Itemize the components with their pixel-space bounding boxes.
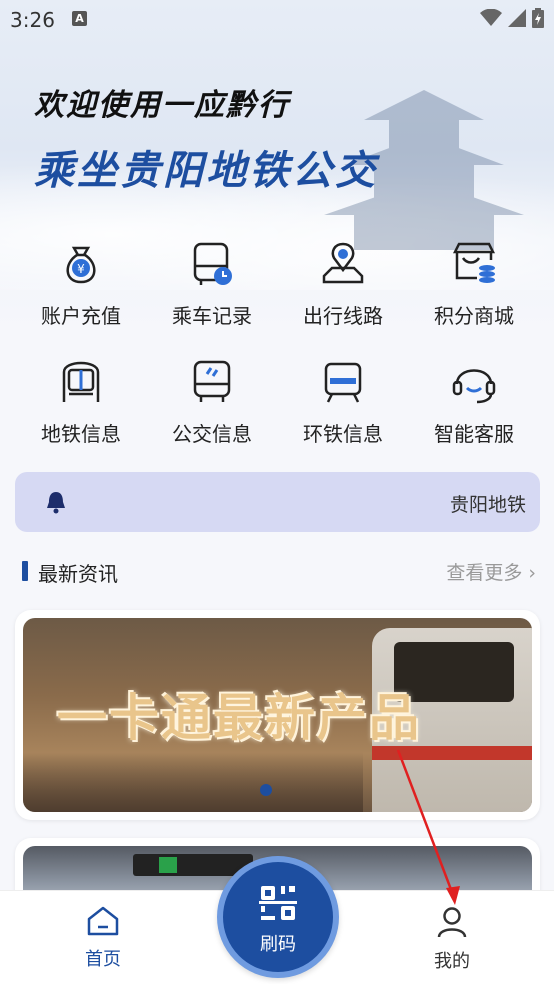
news-section-title: 最新资讯 <box>38 562 118 586</box>
map-route-icon <box>322 242 364 284</box>
user-icon <box>437 907 467 938</box>
scan-qr-button[interactable]: 刷码 <box>217 856 339 978</box>
grid-item-customer-service[interactable]: 智能客服 <box>414 356 534 447</box>
wifi-icon <box>480 9 502 26</box>
notice-text: 贵阳地铁 <box>449 494 526 516</box>
points-mall-icon <box>452 242 496 283</box>
tab-home-label: 首页 <box>85 949 121 970</box>
bus-record-icon <box>193 242 232 285</box>
money-bag-icon: ¥ <box>66 246 96 284</box>
view-more-label: 查看更多 <box>446 562 523 584</box>
notice-bar[interactable]: 贵阳地铁 <box>15 472 540 532</box>
status-bar: 3:26 A <box>0 0 554 40</box>
bell-icon <box>47 492 65 514</box>
grid-label: 乘车记录 <box>172 304 252 328</box>
tab-mine-label: 我的 <box>434 951 470 972</box>
status-time: 3:26 <box>10 8 55 32</box>
section-accent-bar <box>22 561 28 581</box>
svg-text:¥: ¥ <box>77 262 85 276</box>
battery-icon <box>532 8 544 28</box>
a-icon: A <box>72 11 87 26</box>
news-card[interactable]: 一卡通最新产品 <box>15 610 540 820</box>
grid-label: 地铁信息 <box>41 422 121 446</box>
grid-item-routes[interactable]: 出行线路 <box>283 238 403 329</box>
grid-item-bus-info[interactable]: 公交信息 <box>152 356 272 447</box>
exit-sign <box>159 857 177 873</box>
news-banner-image: 一卡通最新产品 <box>23 618 532 812</box>
headset-icon <box>452 369 496 404</box>
view-more-link[interactable]: 查看更多 › <box>446 558 536 585</box>
scan-qr-label: 刷码 <box>260 934 296 955</box>
grid-item-points-mall[interactable]: 积分商城 <box>414 238 534 329</box>
qr-code-icon <box>259 886 297 920</box>
grid-label: 积分商城 <box>434 304 514 328</box>
grid-label: 环铁信息 <box>303 422 383 446</box>
signal-icon <box>508 9 526 27</box>
status-icons <box>480 8 544 28</box>
home-icon <box>87 906 119 936</box>
chevron-right-icon: › <box>528 562 536 584</box>
news-section-header: 最新资讯 查看更多 › <box>22 558 536 586</box>
hero-welcome-text: 欢迎使用一应黔行 <box>34 88 290 123</box>
grid-item-ride-record[interactable]: 乘车记录 <box>152 238 272 329</box>
banner-crowd <box>23 752 363 812</box>
carousel-dot-active[interactable] <box>260 784 272 796</box>
grid-label: 账户充值 <box>41 304 121 328</box>
tab-mine[interactable]: 我的 <box>402 905 502 973</box>
train-icon <box>324 362 362 403</box>
bus-icon <box>193 360 231 402</box>
banner-headline: 一卡通最新产品 <box>57 689 421 747</box>
grid-label: 出行线路 <box>303 304 383 328</box>
metro-icon <box>62 361 100 402</box>
grid-item-metro-info[interactable]: 地铁信息 <box>21 356 141 447</box>
tab-home[interactable]: 首页 <box>53 905 153 971</box>
grid-item-ring-rail-info[interactable]: 环铁信息 <box>283 356 403 447</box>
grid-label: 智能客服 <box>434 422 514 446</box>
grid-label: 公交信息 <box>172 422 252 446</box>
hero-slogan-text: 乘坐贵阳地铁公交 <box>34 148 378 194</box>
grid-item-recharge[interactable]: ¥ 账户充值 <box>21 238 141 329</box>
